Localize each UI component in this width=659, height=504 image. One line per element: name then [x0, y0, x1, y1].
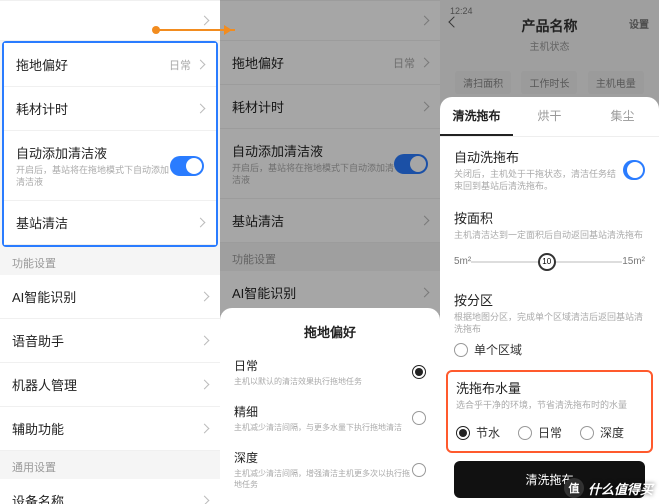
watermark-icon: 值 [564, 478, 584, 498]
item-mop-pref[interactable]: 拖地偏好 日常 [4, 43, 216, 87]
water-section: 洗拖布水量 选合乎干净的环境，节省清洗拖布时的水量 节水 日常 深度 [452, 374, 647, 449]
stat-time: 工作时长 [521, 71, 577, 94]
item-aux[interactable]: 辅助功能 [0, 407, 220, 451]
watermark: 值 什么值得买 [564, 478, 653, 498]
tabs: 清洗拖布 烘干 集尘 [440, 97, 659, 137]
chevron-right-icon [196, 104, 206, 114]
sheet-title: 拖地偏好 [234, 322, 426, 341]
by-area-section: 按面积 主机清洁达到一定面积后自动返回基站清洗拖布 5m² 10 15m² [440, 198, 659, 280]
item-label: 自动添加清洁液 [16, 143, 170, 162]
water-opt-daily[interactable]: 日常 [518, 418, 562, 447]
area-slider[interactable]: 5m² 10 15m² [454, 250, 645, 274]
item-auto-detergent[interactable]: 自动添加清洁液 开启后，基站将在拖地模式下自动添加清洁液 [4, 131, 216, 201]
item-voice[interactable]: 语音助手 [0, 319, 220, 363]
auto-wash-row: 自动洗拖布 关闭后，主机处于干拖状态，清洁任务结束回到基站后清洗拖布。 [440, 137, 659, 198]
prev-item-partial[interactable]: - [0, 0, 220, 41]
chevron-right-icon [420, 58, 430, 68]
slider-track: 10 [471, 261, 622, 263]
chevron-right-icon [200, 292, 210, 302]
stats-row: 清扫面积 工作时长 主机电量 [450, 71, 649, 94]
chevron-right-icon [196, 60, 206, 70]
item-mop-pref[interactable]: 拖地偏好日常 [220, 41, 440, 85]
radio-selected-icon [412, 365, 426, 379]
prev-item-partial[interactable]: - [220, 0, 440, 41]
tab-dust[interactable]: 集尘 [586, 97, 659, 136]
chevron-right-icon [420, 16, 430, 26]
item-label: 基站清洁 [16, 213, 197, 232]
tab-dry[interactable]: 烘干 [513, 97, 586, 136]
highlight-box-water: 洗拖布水量 选合乎干净的环境，节省清洗拖布时的水量 节水 日常 深度 [446, 370, 653, 453]
item-consumable[interactable]: 耗材计时 [220, 85, 440, 129]
radio-icon [456, 426, 470, 440]
chevron-right-icon [420, 102, 430, 112]
radio-icon [518, 426, 532, 440]
status-bar-time: 12:24 [450, 6, 649, 16]
radio-icon [412, 463, 426, 477]
highlight-box: 拖地偏好 日常 耗材计时 自动添加清洁液 开启后，基站将在拖地模式下自动添加清洁… [2, 41, 218, 247]
zone-option[interactable]: 单个区域 [454, 335, 645, 364]
item-sub: 开启后，基站将在拖地模式下自动添加清洁液 [16, 165, 170, 188]
water-opt-deep[interactable]: 深度 [580, 418, 624, 447]
phone-1: - 拖地偏好 日常 耗材计时 自动添加清洁液 开启后，基站将在拖地模式下自动添加… [0, 0, 220, 504]
item-station-clean[interactable]: 基站清洁 [4, 201, 216, 245]
toggle-auto-detergent[interactable] [170, 156, 204, 176]
wash-sheet: 清洗拖布 烘干 集尘 自动洗拖布 关闭后，主机处于干拖状态，清洁任务结束回到基站… [440, 97, 659, 504]
watermark-text: 什么值得买 [588, 479, 653, 498]
toggle-auto-wash[interactable] [623, 160, 645, 180]
settings-button[interactable]: 设置 [629, 16, 649, 31]
option-daily[interactable]: 日常 主机以默认的清洁效果执行拖地任务 [234, 349, 426, 395]
item-ai[interactable]: AI智能识别 [0, 275, 220, 319]
stat-area: 清扫面积 [455, 71, 511, 94]
toggle[interactable] [394, 154, 428, 174]
item-value: 日常 [169, 57, 191, 73]
by-zone-section: 按分区 根据地图分区，完成单个区域清洁后返回基站清洗拖布 单个区域 [440, 280, 659, 370]
water-options: 节水 日常 深度 [456, 412, 643, 449]
mop-pref-sheet: 拖地偏好 日常 主机以默认的清洁效果执行拖地任务 精细 主机减少清洁间隔，与更多… [220, 308, 440, 504]
phone-2: - 拖地偏好日常 耗材计时 自动添加清洁液开启后，基站将在拖地模式下自动添加清洁… [220, 0, 440, 504]
tab-wash[interactable]: 清洗拖布 [440, 97, 513, 136]
device-status: 主机状态 [450, 38, 649, 53]
chevron-right-icon [200, 380, 210, 390]
water-opt-save[interactable]: 节水 [456, 418, 500, 447]
item-station-clean[interactable]: 基站清洁 [220, 199, 440, 243]
chevron-right-icon [196, 218, 206, 228]
phone-3: 12:24 产品名称 设置 主机状态 清扫面积 工作时长 主机电量 清洁状态 清… [440, 0, 659, 504]
chevron-right-icon [200, 336, 210, 346]
chevron-right-icon [200, 16, 210, 26]
chevron-right-icon [200, 496, 210, 504]
section-title-fn: 功能设置 [0, 247, 220, 275]
item-consumable[interactable]: 耗材计时 [4, 87, 216, 131]
page-title: 产品名称 设置 [450, 16, 649, 36]
radio-icon [580, 426, 594, 440]
radio-icon [412, 411, 426, 425]
chevron-right-icon [420, 288, 430, 298]
option-deep[interactable]: 深度 主机减少清洁间隔，增强清洁主机更多次以执行拖地任务 [234, 441, 426, 498]
item-name[interactable]: 设备名称 [0, 479, 220, 504]
stat-battery: 主机电量 [588, 71, 644, 94]
radio-icon [454, 343, 468, 357]
item-robot[interactable]: 机器人管理 [0, 363, 220, 407]
slider-thumb[interactable]: 10 [538, 253, 556, 271]
section-title-gen: 通用设置 [0, 451, 220, 479]
item-label: 拖地偏好 [16, 55, 169, 74]
chevron-right-icon [420, 216, 430, 226]
annotation-arrow [155, 29, 235, 31]
chevron-right-icon [200, 424, 210, 434]
option-fine[interactable]: 精细 主机减少清洁间隔，与更多水量下执行拖地清洁 [234, 395, 426, 441]
item-label: 耗材计时 [16, 99, 197, 118]
item-auto-detergent[interactable]: 自动添加清洁液开启后，基站将在拖地模式下自动添加清洁液 [220, 129, 440, 199]
back-icon[interactable] [448, 16, 459, 27]
